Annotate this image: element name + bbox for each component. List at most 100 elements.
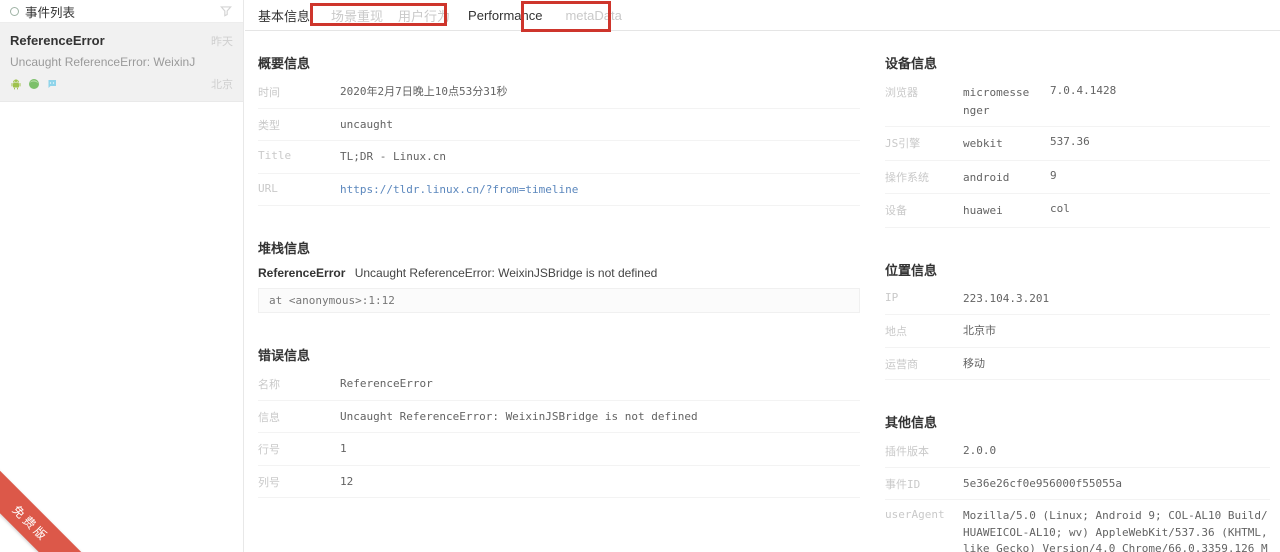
other-row-user-agent: userAgent Mozilla/5.0 (Linux; Android 9;… [885,500,1270,552]
event-list-item[interactable]: ReferenceError 昨天 Uncaught ReferenceErro… [0,23,243,102]
status-circle-icon [10,6,19,16]
error-monitor-app: 事件列表 ReferenceError 昨天 Uncaught Referenc… [0,0,1280,552]
event-name: ReferenceError [10,33,105,48]
wechat-icon [48,80,56,88]
row-label: 事件ID [885,477,921,491]
row-value: 移动 [963,356,985,370]
row-value: uncaught [340,117,393,131]
stack-section: 堆栈信息 ReferenceError Uncaught ReferenceEr… [258,232,860,313]
row-label: IP [885,290,899,304]
stack-error-message: Uncaught ReferenceError: WeixinJSBridge … [354,266,658,280]
event-location: 北京 [211,79,233,91]
row-value-2: 537.36 [1050,135,1090,149]
row-label: 类型 [258,118,280,132]
row-label: 行号 [258,443,280,456]
event-message: Uncaught ReferenceError: WeixinJS... [10,55,196,69]
row-label: 操作系统 [885,170,929,184]
row-label: 浏览器 [885,86,918,99]
tab-scene-replay[interactable]: 场景重现 [331,6,383,25]
error-row-name: 名称 ReferenceError [258,368,860,401]
location-row-place: 地点 北京市 [885,315,1270,348]
tab-basic-info[interactable]: 基本信息 [258,6,310,25]
other-row-event-id: 事件ID 5e36e26cf0e956000f55055a [885,468,1270,501]
row-label: userAgent [885,508,945,522]
device-row-js-engine: JS引擎 webkit 537.36 [885,127,1270,161]
summary-section: 概要信息 时间 2020年2月7日晚上10点53分31秒 类型 uncaught… [258,47,860,206]
row-label: 设备 [885,204,907,218]
row-value-1: huawei [963,204,1003,218]
row-label: 地点 [885,325,907,339]
row-value: 北京市 [963,324,996,338]
row-label: URL [258,181,278,195]
row-value: 2.0.0 [963,444,997,458]
row-value: Uncaught ReferenceError: WeixinJSBridge … [340,409,698,423]
row-value-1: webkit [963,137,1003,151]
row-value: 223.104.3.201 [963,291,1050,305]
device-section: 设备信息 浏览器 micromessenger 7.0.4.1428 JS引擎 … [885,47,1270,228]
row-label: 信息 [258,410,280,424]
row-label: 列号 [258,475,280,489]
tab-metadata[interactable]: metaData [565,8,621,23]
user-agent-value: Mozilla/5.0 (Linux; Android 9; COL-AL10 … [963,509,1268,552]
url-link[interactable]: https://tldr.linux.cn/?from=timeline [340,182,578,199]
row-label: 插件版本 [885,445,929,459]
event-platform-icons [10,78,58,90]
other-row-plugin-version: 插件版本 2.0.0 [885,435,1270,468]
row-value-2: 7.0.4.1428 [1050,84,1117,97]
stack-error-line: ReferenceError Uncaught ReferenceError: … [258,261,860,288]
basic-info-content: 概要信息 时间 2020年2月7日晚上10点53分31秒 类型 uncaught… [245,31,1280,552]
event-time: 昨天 [211,36,233,48]
section-title: 概要信息 [258,56,311,71]
main-panel: 基本信息 场景重现 用户行为 Performance metaData 概要信息… [245,0,1280,552]
row-value: 12 [340,474,354,488]
location-row-carrier: 运营商 移动 [885,348,1270,381]
summary-row-title: Title TL;DR - Linux.cn [258,141,860,174]
event-item-header: ReferenceError 昨天 [10,33,233,49]
row-value-1: micromessenger [963,86,1030,117]
row-value: 1 [340,442,347,455]
section-title: 位置信息 [885,262,938,278]
row-value: 2020年2月7日晚上10点53分31秒 [340,85,508,98]
row-label: Title [258,149,292,162]
other-section: 其他信息 插件版本 2.0.0 事件ID 5e36e26cf0e956000f5… [885,406,1270,552]
summary-row-type: 类型 uncaught [258,109,860,141]
left-column: 概要信息 时间 2020年2月7日晚上10点53分31秒 类型 uncaught… [258,47,860,552]
row-value-2: 9 [1050,168,1057,182]
device-row-browser: 浏览器 micromessenger 7.0.4.1428 [885,76,1270,128]
row-label: 时间 [258,86,280,99]
row-value: ReferenceError [340,377,433,390]
error-row-message: 信息 Uncaught ReferenceError: WeixinJSBrid… [258,401,860,433]
event-item-footer: 北京 [10,76,233,92]
row-label: JS引擎 [885,137,921,151]
row-value: TL;DR - Linux.cn [340,150,446,163]
android-icon [11,79,21,90]
device-row-os: 操作系统 android 9 [885,161,1270,195]
stack-error-name: ReferenceError [258,266,346,280]
error-section: 错误信息 名称 ReferenceError 信息 Uncaught Refer… [258,339,860,498]
location-section: 位置信息 IP 223.104.3.201 地点 北京市 运营商 移动 [885,254,1270,381]
summary-row-time: 时间 2020年2月7日晚上10点53分31秒 [258,76,860,109]
browser-icon [29,79,39,89]
row-value-2: col [1050,202,1070,216]
section-title: 错误信息 [258,348,311,363]
section-title: 其他信息 [885,415,938,431]
row-value: 5e36e26cf0e956000f55055a [963,476,1122,490]
section-title: 堆栈信息 [258,241,311,256]
sidebar-header: 事件列表 [0,0,243,23]
event-list-sidebar: 事件列表 ReferenceError 昨天 Uncaught Referenc… [0,0,244,552]
tab-bar: 基本信息 场景重现 用户行为 Performance metaData [245,0,1280,32]
tab-user-behavior[interactable]: 用户行为 [398,6,450,25]
summary-row-url: URL https://tldr.linux.cn/?from=timeline [258,174,860,206]
sidebar-title: 事件列表 [25,5,76,20]
device-row-device: 设备 huawei col [885,194,1270,228]
filter-icon[interactable] [219,4,233,18]
row-value-1: android [963,170,1010,184]
error-row-column: 列号 12 [258,466,860,498]
right-column: 设备信息 浏览器 micromessenger 7.0.4.1428 JS引擎 … [885,47,1270,552]
row-label: 运营商 [885,357,918,371]
tab-performance[interactable]: Performance [468,8,542,23]
section-title: 设备信息 [885,56,938,71]
row-label: 名称 [258,378,280,391]
error-row-line: 行号 1 [258,433,860,466]
location-row-ip: IP 223.104.3.201 [885,283,1270,316]
